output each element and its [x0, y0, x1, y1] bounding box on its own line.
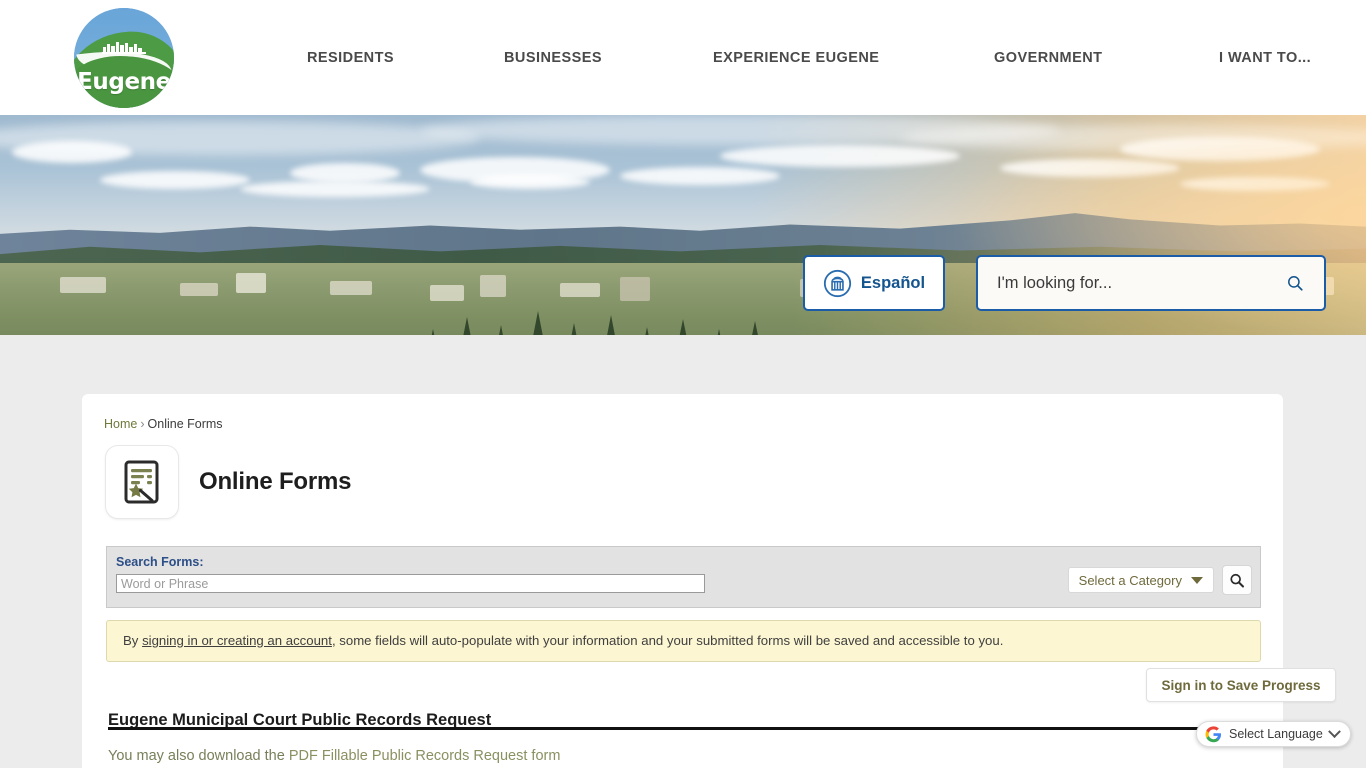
online-forms-icon-box — [106, 446, 178, 518]
page-title: Online Forms — [199, 468, 352, 495]
content-card: Home › Online Forms Online Forms Search Fo… — [82, 394, 1336, 774]
category-label: Select a Category — [1078, 572, 1182, 588]
search-icon — [1288, 276, 1303, 291]
breadcrumb-current: Online Forms — [147, 417, 223, 431]
select-language-label: Select Language — [1229, 727, 1323, 741]
notice-prefix: By — [123, 633, 143, 649]
nav-item-government[interactable]: GOVERNMENT — [992, 44, 1104, 72]
cloud — [470, 175, 590, 189]
notice-suffix: , some fields will auto-populate with yo… — [331, 633, 1004, 649]
sign-in-create-account-link[interactable]: signing in or creating an account — [142, 633, 332, 648]
cloud — [290, 163, 400, 183]
main-navigation: RESIDENTS BUSINESSES EXPERIENCE EUGENE G… — [280, 0, 1366, 115]
cloud — [1000, 159, 1180, 177]
nav-item-residents[interactable]: RESIDENTS — [305, 44, 396, 72]
online-forms-document-wand-icon — [124, 460, 159, 504]
site-logo-link[interactable]: Eugene — [74, 8, 176, 108]
nav-item-i-want-to[interactable]: I WANT TO... — [1217, 44, 1313, 72]
logo-wordmark: Eugene — [77, 69, 171, 95]
nav-item-businesses[interactable]: BUSINESSES — [502, 44, 604, 72]
hero-search-input[interactable] — [995, 272, 1280, 294]
cloud — [1180, 177, 1330, 191]
pdf-fillable-form-link[interactable]: PDF Fillable Public Records Request form — [289, 748, 561, 764]
breadcrumb-home-link[interactable]: Home — [104, 417, 137, 431]
cloud — [100, 171, 250, 189]
search-forms-input[interactable] — [116, 574, 705, 593]
search-forms-label: Search Forms: — [116, 555, 204, 569]
cloud — [240, 181, 430, 197]
cloud — [1120, 137, 1320, 161]
hero-search-submit-button[interactable] — [1280, 268, 1310, 298]
select-a-category-dropdown[interactable]: Select a Category — [1067, 567, 1214, 593]
search-forms-left: Search Forms: — [116, 555, 705, 593]
espanol-label: Español — [860, 273, 926, 292]
form-divider — [108, 727, 1273, 730]
search-forms-right: Select a Category — [1067, 565, 1252, 595]
chevron-down-icon — [1327, 724, 1341, 738]
forms-search-button[interactable] — [1222, 565, 1252, 595]
notice-text: By signing in or creating an account, so… — [123, 633, 1003, 649]
hero-search-bar[interactable] — [976, 255, 1326, 311]
sign-in-notice-banner: By signing in or creating an account, so… — [106, 620, 1261, 662]
page-title-row: Online Forms — [106, 446, 351, 518]
breadcrumb-separator: › — [140, 417, 145, 431]
form-subtext: You may also download the PDF Fillable P… — [108, 748, 560, 764]
nav-item-experience-eugene[interactable]: EXPERIENCE EUGENE — [711, 44, 881, 72]
search-icon — [1230, 573, 1244, 587]
translate-building-icon — [823, 269, 851, 297]
hero-banner: Español — [0, 115, 1366, 335]
search-forms-panel: Search Forms: Select a Category — [106, 546, 1261, 608]
cloud — [620, 167, 780, 185]
site-header: Eugene RESIDENTS BUSINESSES EXPERIENCE E… — [0, 0, 1366, 115]
eugene-logo-icon: Eugene — [74, 8, 174, 108]
form-sub-prefix: You may also download the — [108, 748, 289, 764]
google-translate-widget[interactable]: Select Language — [1196, 721, 1351, 747]
sign-in-to-save-progress-button[interactable]: Sign in to Save Progress — [1146, 668, 1336, 702]
breadcrumb: Home › Online Forms — [104, 417, 223, 431]
espanol-language-button[interactable]: Español — [803, 255, 945, 311]
cloud — [12, 141, 132, 163]
google-g-icon — [1205, 725, 1222, 742]
chevron-down-icon — [1191, 576, 1203, 584]
cloud — [720, 145, 960, 167]
